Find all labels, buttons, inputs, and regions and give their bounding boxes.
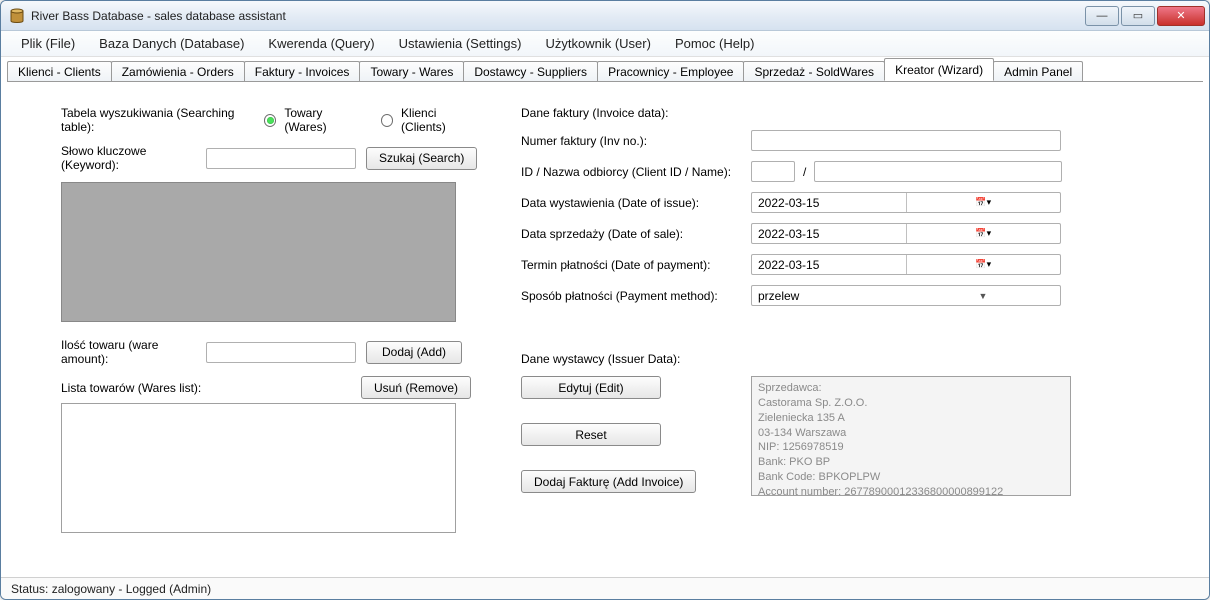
statusbar: Status: zalogowany - Logged (Admin) — [1, 577, 1209, 599]
close-button[interactable]: ✕ — [1157, 6, 1205, 26]
tab-clients[interactable]: Klienci - Clients — [7, 61, 112, 82]
edit-button[interactable]: Edytuj (Edit) — [521, 376, 661, 399]
payment-method-value: przelew — [752, 289, 906, 303]
tab-soldwares[interactable]: Sprzedaż - SoldWares — [743, 61, 885, 82]
radio-wares-indicator — [264, 114, 277, 127]
left-column: Tabela wyszukiwania (Searching table): T… — [61, 106, 481, 533]
add-button[interactable]: Dodaj (Add) — [366, 341, 462, 364]
menu-user[interactable]: Użytkownik (User) — [539, 34, 656, 53]
app-icon — [9, 8, 25, 24]
tab-suppliers[interactable]: Dostawcy - Suppliers — [463, 61, 598, 82]
issue-date-label: Data wystawienia (Date of issue): — [521, 196, 751, 210]
titlebar: River Bass Database - sales database ass… — [1, 1, 1209, 31]
menu-database[interactable]: Baza Danych (Database) — [93, 34, 250, 53]
radio-wares-label: Towary (Wares) — [284, 106, 364, 134]
tab-content: Tabela wyszukiwania (Searching table): T… — [7, 81, 1203, 573]
payment-date-picker[interactable]: 2022-03-15 📅▾ — [751, 254, 1061, 275]
menu-query[interactable]: Kwerenda (Query) — [262, 34, 380, 53]
issuer-label: Dane wystawcy (Issuer Data): — [521, 352, 751, 366]
tab-orders[interactable]: Zamówienia - Orders — [111, 61, 245, 82]
menubar: Plik (File) Baza Danych (Database) Kwere… — [1, 31, 1209, 57]
tab-wares[interactable]: Towary - Wares — [359, 61, 464, 82]
payment-method-label: Sposób płatności (Payment method): — [521, 289, 751, 303]
app-window: River Bass Database - sales database ass… — [0, 0, 1210, 600]
add-invoice-button[interactable]: Dodaj Fakturę (Add Invoice) — [521, 470, 696, 493]
search-results-grid[interactable] — [61, 182, 456, 322]
inv-no-label: Numer faktury (Inv no.): — [521, 134, 751, 148]
minimize-button[interactable]: — — [1085, 6, 1119, 26]
invoice-data-label: Dane faktury (Invoice data): — [521, 106, 751, 120]
issue-date-value: 2022-03-15 — [752, 196, 906, 210]
radio-wares[interactable]: Towary (Wares) — [264, 106, 365, 134]
radio-clients[interactable]: Klienci (Clients) — [381, 106, 482, 134]
payment-date-value: 2022-03-15 — [752, 258, 906, 272]
window-title: River Bass Database - sales database ass… — [31, 9, 1085, 23]
slash-separator: / — [803, 165, 806, 179]
right-column: Dane faktury (Invoice data): Numer faktu… — [521, 106, 1173, 533]
tab-strip: Klienci - Clients Zamówienia - Orders Fa… — [1, 57, 1209, 81]
issue-date-picker[interactable]: 2022-03-15 📅▾ — [751, 192, 1061, 213]
sale-date-value: 2022-03-15 — [752, 227, 906, 241]
calendar-icon: 📅▾ — [906, 193, 1061, 212]
amount-label: Ilość towaru (ware amount): — [61, 338, 206, 366]
tab-admin[interactable]: Admin Panel — [993, 61, 1083, 82]
menu-settings[interactable]: Ustawienia (Settings) — [393, 34, 528, 53]
tab-wizard[interactable]: Kreator (Wizard) — [884, 58, 994, 81]
chevron-down-icon: ▼ — [906, 291, 1060, 301]
wares-list-label: Lista towarów (Wares list): — [61, 381, 361, 395]
amount-input[interactable] — [206, 342, 356, 363]
calendar-icon: 📅▾ — [906, 255, 1061, 274]
tab-invoices[interactable]: Faktury - Invoices — [244, 61, 361, 82]
client-id-input[interactable] — [751, 161, 795, 182]
search-button[interactable]: Szukaj (Search) — [366, 147, 477, 170]
payment-method-dropdown[interactable]: przelew ▼ — [751, 285, 1061, 306]
remove-button[interactable]: Usuń (Remove) — [361, 376, 471, 399]
client-label: ID / Nazwa odbiorcy (Client ID / Name): — [521, 165, 751, 179]
client-name-input[interactable] — [814, 161, 1062, 182]
tab-employee[interactable]: Pracownicy - Employee — [597, 61, 744, 82]
status-text: Status: zalogowany - Logged (Admin) — [11, 582, 211, 596]
payment-date-label: Termin płatności (Date of payment): — [521, 258, 751, 272]
sale-date-picker[interactable]: 2022-03-15 📅▾ — [751, 223, 1061, 244]
reset-button[interactable]: Reset — [521, 423, 661, 446]
issuer-data-box: Sprzedawca: Castorama Sp. Z.O.O. Zieleni… — [751, 376, 1071, 496]
keyword-label: Słowo kluczowe (Keyword): — [61, 144, 206, 172]
menu-help[interactable]: Pomoc (Help) — [669, 34, 760, 53]
search-table-label: Tabela wyszukiwania (Searching table): — [61, 106, 264, 134]
inv-no-input[interactable] — [751, 130, 1061, 151]
radio-clients-label: Klienci (Clients) — [401, 106, 481, 134]
keyword-input[interactable] — [206, 148, 356, 169]
radio-clients-indicator — [381, 114, 394, 127]
calendar-icon: 📅▾ — [906, 224, 1061, 243]
sale-date-label: Data sprzedaży (Date of sale): — [521, 227, 751, 241]
menu-file[interactable]: Plik (File) — [15, 34, 81, 53]
maximize-button[interactable]: ▭ — [1121, 6, 1155, 26]
wares-list[interactable] — [61, 403, 456, 533]
